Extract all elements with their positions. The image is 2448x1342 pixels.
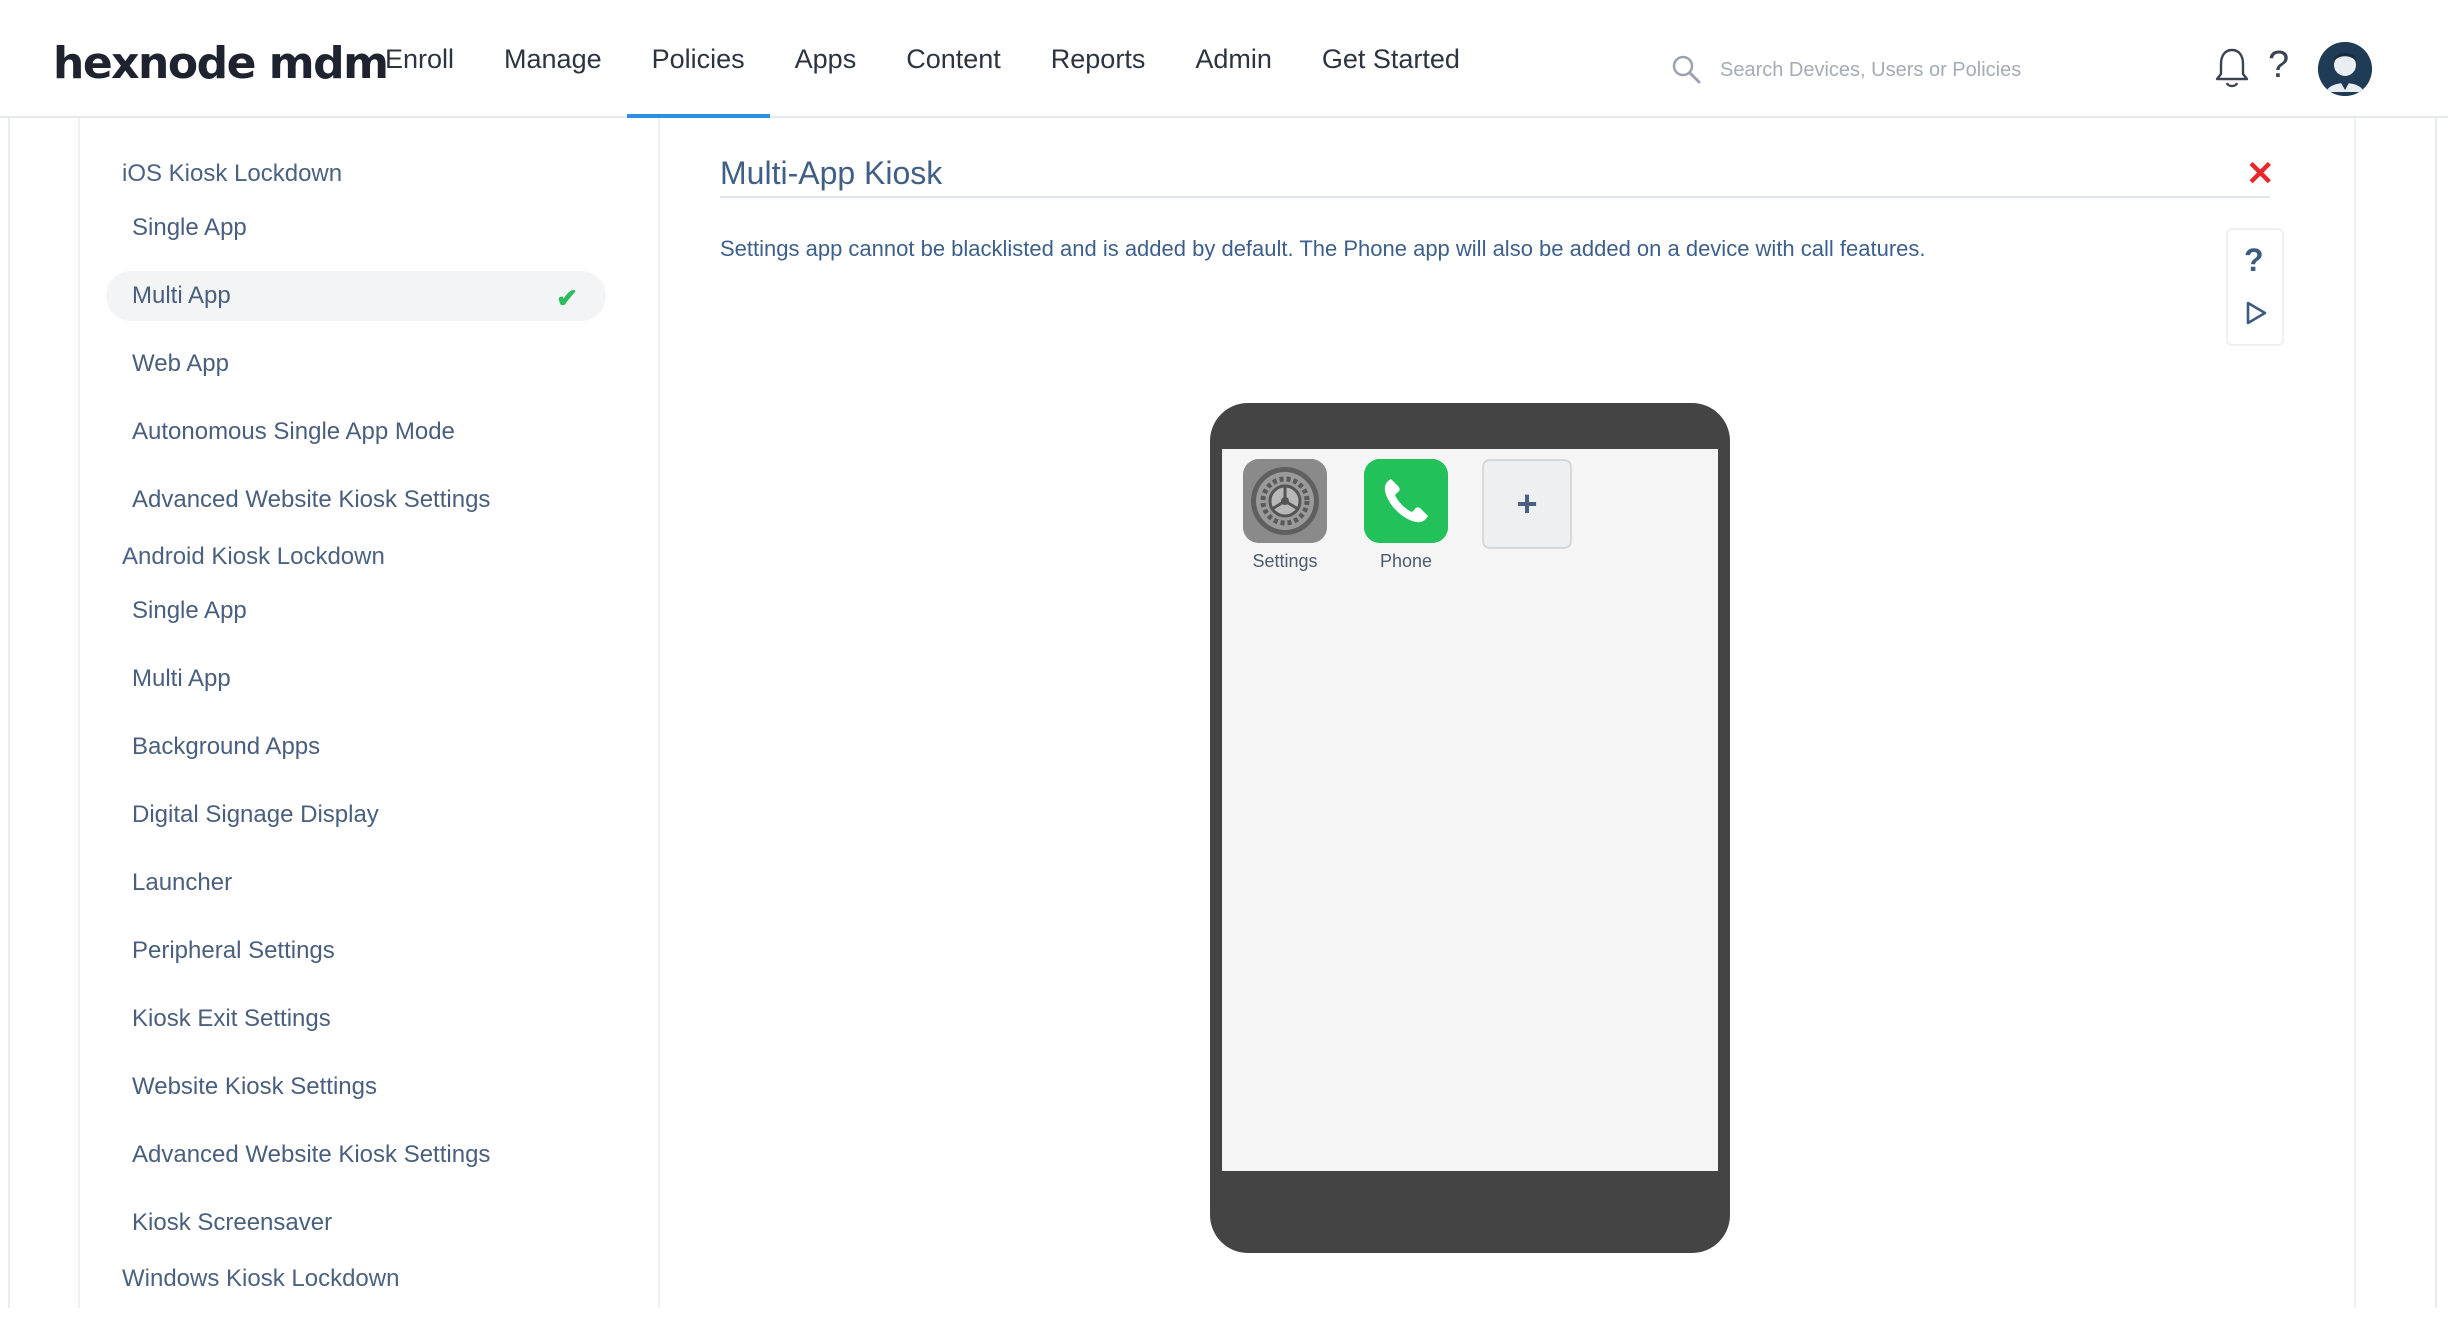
- settings-gear-icon: [1243, 459, 1327, 543]
- sidebar-item-ios-multi-app[interactable]: Multi App ✔: [106, 271, 606, 321]
- page-title: Multi-App Kiosk: [720, 155, 943, 191]
- sidebar-item-android-screensaver[interactable]: Kiosk Screensaver: [106, 1198, 606, 1248]
- search-icon[interactable]: [1670, 53, 1704, 87]
- top-navigation-bar: hexnode mdm Enroll Manage Policies Apps …: [0, 0, 2448, 118]
- kiosk-sidebar: iOS Kiosk Lockdown Single App Multi App …: [80, 118, 660, 1308]
- sidebar-item-android-website-kiosk[interactable]: Website Kiosk Settings: [106, 1062, 606, 1112]
- check-icon: ✔: [556, 283, 578, 313]
- play-video-icon[interactable]: [2244, 300, 2268, 326]
- sidebar-item-android-advanced-website-kiosk[interactable]: Advanced Website Kiosk Settings: [106, 1130, 606, 1180]
- help-question-icon[interactable]: ?: [2244, 242, 2264, 279]
- sidebar-item-android-peripheral[interactable]: Peripheral Settings: [106, 926, 606, 976]
- bell-icon[interactable]: [2212, 46, 2252, 90]
- policy-description: Settings app cannot be blacklisted and i…: [720, 236, 1926, 261]
- app-label: Phone: [1379, 551, 1433, 571]
- title-divider: [720, 196, 2270, 198]
- sidebar-item-android-kiosk-exit[interactable]: Kiosk Exit Settings: [106, 994, 606, 1044]
- nav-enroll[interactable]: Enroll: [360, 0, 479, 118]
- sidebar-group-ios[interactable]: iOS Kiosk Lockdown: [122, 160, 342, 188]
- avatar[interactable]: [2318, 42, 2372, 96]
- kiosk-app-phone[interactable]: Phone: [1361, 459, 1451, 572]
- phone-handset-icon: [1364, 459, 1448, 543]
- nav-admin[interactable]: Admin: [1170, 0, 1297, 118]
- sidebar-item-label: Multi App: [132, 282, 231, 309]
- nav-reports[interactable]: Reports: [1026, 0, 1171, 118]
- sidebar-item-ios-advanced-website-kiosk[interactable]: Advanced Website Kiosk Settings: [106, 475, 606, 525]
- sidebar-item-ios-web-app[interactable]: Web App: [106, 339, 606, 389]
- add-app-button[interactable]: +: [1482, 459, 1572, 549]
- nav-manage[interactable]: Manage: [479, 0, 627, 118]
- nav-apps[interactable]: Apps: [770, 0, 882, 118]
- close-icon[interactable]: ✕: [2246, 154, 2275, 194]
- main-nav: Enroll Manage Policies Apps Content Repo…: [360, 0, 1485, 118]
- nav-policies[interactable]: Policies: [626, 0, 770, 118]
- phone-screen: Settings Phone +: [1222, 449, 1718, 1171]
- sidebar-group-windows[interactable]: Windows Kiosk Lockdown: [122, 1265, 399, 1293]
- sidebar-item-android-digital-signage[interactable]: Digital Signage Display: [106, 790, 606, 840]
- search-input[interactable]: [1720, 58, 2030, 82]
- kiosk-app-settings[interactable]: Settings: [1240, 459, 1330, 572]
- help-toolbox: ?: [2226, 228, 2284, 346]
- sidebar-item-android-background-apps[interactable]: Background Apps: [106, 722, 606, 772]
- help-icon[interactable]: ?: [2268, 44, 2289, 87]
- nav-content[interactable]: Content: [881, 0, 1026, 118]
- sidebar-item-ios-autonomous-single-app[interactable]: Autonomous Single App Mode: [106, 407, 606, 457]
- sidebar-item-android-single-app[interactable]: Single App: [106, 586, 606, 636]
- app-label: Settings: [1252, 551, 1318, 571]
- global-search: [1670, 50, 2030, 90]
- phone-mockup: Settings Phone +: [1210, 403, 1730, 1253]
- page-frame-right: [2435, 118, 2437, 1308]
- page-frame-left: [8, 118, 10, 1308]
- sidebar-item-android-multi-app[interactable]: Multi App: [106, 654, 606, 704]
- nav-get-started[interactable]: Get Started: [1297, 0, 1485, 118]
- sidebar-group-android[interactable]: Android Kiosk Lockdown: [122, 543, 385, 571]
- sidebar-item-android-launcher[interactable]: Launcher: [106, 858, 606, 908]
- hexnode-logo[interactable]: hexnode mdm: [53, 38, 389, 89]
- sidebar-item-ios-single-app[interactable]: Single App: [106, 203, 606, 253]
